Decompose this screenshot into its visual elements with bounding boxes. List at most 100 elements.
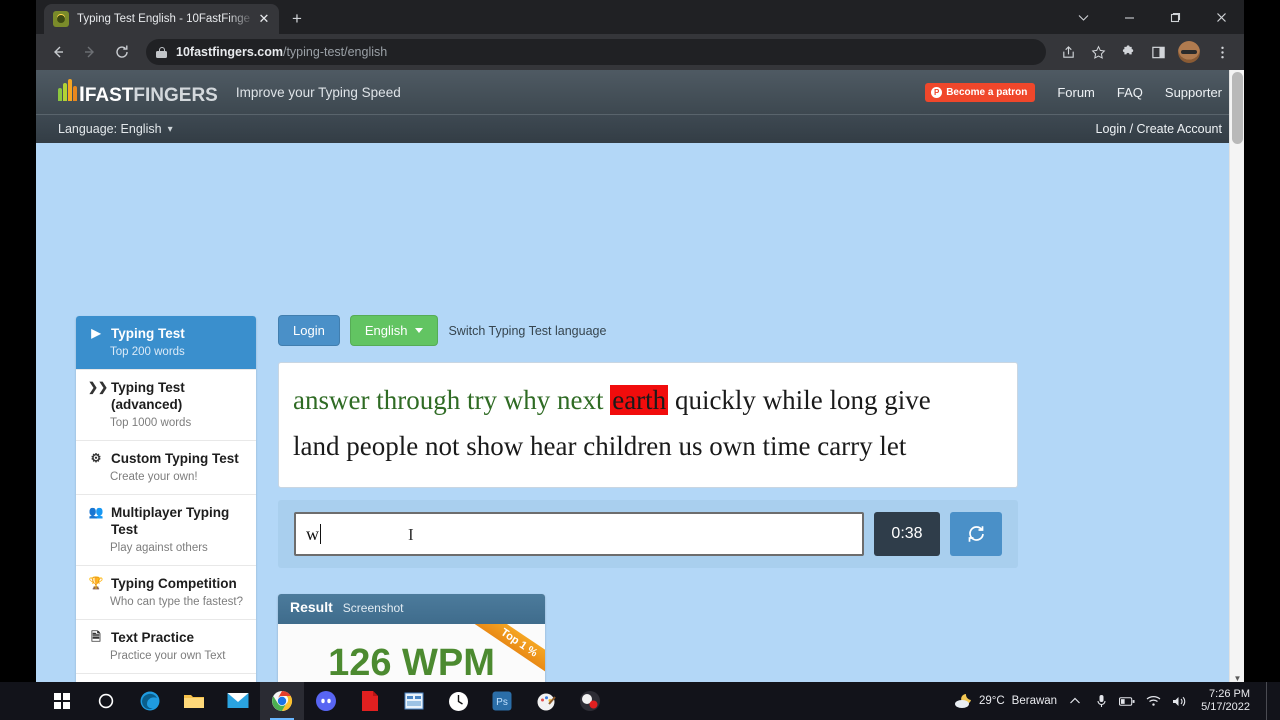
wpm-area: 126 WPM (words per minute) Top 1 % bbox=[278, 624, 545, 684]
trophy-icon: 🏆 bbox=[88, 576, 104, 590]
weather-temperature: 29°C bbox=[978, 695, 1005, 707]
patreon-icon: P bbox=[931, 86, 943, 98]
weather-description: Berawan bbox=[1011, 695, 1058, 707]
profile-avatar[interactable] bbox=[1178, 41, 1200, 63]
edge-icon[interactable] bbox=[128, 682, 172, 720]
sidebar-item-sub: Top 200 words bbox=[110, 346, 185, 358]
more-menu-icon[interactable] bbox=[1208, 38, 1236, 66]
language-dropdown-button[interactable]: English bbox=[349, 315, 439, 346]
login-create-account-link[interactable]: Login / Create Account bbox=[1096, 122, 1222, 136]
people-icon: 👥 bbox=[88, 505, 104, 519]
windows-start-icon[interactable] bbox=[40, 682, 84, 720]
pdf-icon[interactable] bbox=[348, 682, 392, 720]
chrome-icon[interactable] bbox=[260, 682, 304, 720]
paint-icon[interactable] bbox=[524, 682, 568, 720]
word-upcoming: give bbox=[884, 385, 931, 415]
become-a-patron-button[interactable]: P Become a patron bbox=[925, 82, 1036, 102]
word-upcoming: carry bbox=[817, 431, 873, 461]
sidebar-item-sub: Top 1000 words bbox=[110, 417, 192, 429]
clock-date: 5/17/2022 bbox=[1201, 701, 1250, 713]
site-logo[interactable]: I FAST FINGERS bbox=[58, 77, 218, 107]
windows-taskbar: Ps 29°C Berawan 7:26 PM 5/17/2022 bbox=[0, 682, 1280, 720]
sidebar-label: Multiplayer Typing Test bbox=[111, 505, 230, 537]
chevron-up-icon[interactable] bbox=[1067, 693, 1083, 709]
word-upcoming: own bbox=[709, 431, 756, 461]
nav-link-faq[interactable]: FAQ bbox=[1117, 85, 1143, 100]
restart-test-button[interactable] bbox=[950, 512, 1002, 556]
svg-text:Ps: Ps bbox=[496, 697, 508, 708]
sidebar-item-sub: Practice your own Text bbox=[110, 650, 226, 662]
page-viewport: I FAST FINGERS Improve your Typing Speed… bbox=[36, 70, 1244, 684]
sidebar-item-typing-competition[interactable]: 🏆 Typing Competition Who can type the fa… bbox=[76, 566, 256, 620]
discord-icon[interactable] bbox=[304, 682, 348, 720]
url-path: /typing-test/english bbox=[282, 45, 388, 59]
sidebar-item-multiplayer-typing-test[interactable]: 👥 Multiplayer Typing Test Play against o… bbox=[76, 495, 256, 566]
countdown-timer: 0:38 bbox=[874, 512, 940, 556]
hand-logo-icon bbox=[58, 77, 77, 101]
close-icon[interactable] bbox=[1198, 0, 1244, 34]
sidebar-item-typing-test-advanced[interactable]: ❯❯ Typing Test (advanced) Top 1000 words bbox=[76, 370, 256, 441]
logo-fast: FAST bbox=[84, 85, 134, 106]
sidebar-item-typing-test[interactable]: ▶ Typing Test Top 200 words bbox=[76, 316, 256, 370]
gears-icon: ⚙ bbox=[90, 451, 102, 465]
sidebar: ▶ Typing Test Top 200 words ❯❯ Typing Te… bbox=[76, 316, 256, 684]
volume-icon[interactable] bbox=[1171, 693, 1187, 709]
word-current-highlighted: earth bbox=[610, 385, 669, 415]
forward-icon[interactable] bbox=[76, 38, 104, 66]
sidepanel-icon[interactable] bbox=[1144, 38, 1172, 66]
nav-link-supporter[interactable]: Supporter bbox=[1165, 85, 1222, 100]
taskbar-apps: Ps bbox=[0, 682, 612, 720]
bookmark-star-icon[interactable] bbox=[1084, 38, 1112, 66]
file-explorer-icon[interactable] bbox=[172, 682, 216, 720]
sidebar-item-title: 👥 Multiplayer Typing Test bbox=[88, 504, 244, 538]
word-completed: try bbox=[466, 385, 497, 415]
word-upcoming: quickly bbox=[674, 385, 756, 415]
chevron-down-icon[interactable]: ▾ bbox=[168, 124, 173, 135]
url-domain: 10fastfingers.com bbox=[176, 45, 283, 59]
photoshop-icon[interactable]: Ps bbox=[480, 682, 524, 720]
office-icon[interactable] bbox=[392, 682, 436, 720]
word-upcoming: show bbox=[466, 431, 524, 461]
word-upcoming: while bbox=[762, 385, 823, 415]
scrollbar-thumb[interactable] bbox=[1232, 72, 1243, 144]
battery-icon[interactable] bbox=[1119, 693, 1135, 709]
address-bar[interactable]: 10fastfingers.com/typing-test/english bbox=[146, 39, 1046, 65]
reload-icon[interactable] bbox=[108, 38, 136, 66]
maximize-icon[interactable] bbox=[1152, 0, 1198, 34]
result-screenshot-link[interactable]: Screenshot bbox=[343, 601, 404, 615]
show-desktop-button[interactable] bbox=[1266, 682, 1272, 720]
sidebar-item-custom-typing-test[interactable]: ⚙ Custom Typing Test Create your own! bbox=[76, 441, 256, 495]
minimize-icon[interactable] bbox=[1106, 0, 1152, 34]
patron-label: Become a patron bbox=[946, 86, 1028, 98]
nav-link-forum[interactable]: Forum bbox=[1057, 85, 1095, 100]
chevron-down-icon[interactable] bbox=[1060, 0, 1106, 34]
site-tagline: Improve your Typing Speed bbox=[235, 84, 401, 100]
sidebar-item-sub: Who can type the fastest? bbox=[110, 596, 243, 608]
typing-input[interactable]: w I bbox=[294, 512, 864, 556]
document-icon: 🗎 bbox=[91, 630, 101, 644]
search-circle-icon[interactable] bbox=[84, 682, 128, 720]
word-upcoming: people bbox=[346, 431, 419, 461]
weather-widget[interactable]: 29°C Berawan bbox=[954, 693, 1057, 709]
microphone-icon[interactable] bbox=[1093, 693, 1109, 709]
tab-close-icon[interactable]: ✕ bbox=[255, 11, 273, 27]
word-upcoming: hear bbox=[530, 431, 577, 461]
mail-icon[interactable] bbox=[216, 682, 260, 720]
page-scrollbar[interactable]: ▼ bbox=[1229, 70, 1244, 684]
browser-tab[interactable]: Typing Test English - 10FastFinge ✕ bbox=[44, 4, 279, 34]
sidebar-item-text-practice[interactable]: 🗎 Text Practice Practice your own Text bbox=[76, 620, 256, 674]
login-button[interactable]: Login bbox=[278, 315, 340, 346]
share-icon[interactable] bbox=[1054, 38, 1082, 66]
tab-title: Typing Test English - 10FastFinge bbox=[77, 13, 251, 25]
obs-icon[interactable] bbox=[568, 682, 612, 720]
language-selector[interactable]: Language: English bbox=[58, 122, 162, 136]
extensions-puzzle-icon[interactable] bbox=[1114, 38, 1142, 66]
language-bar: Language: English ▾ Login / Create Accou… bbox=[36, 114, 1244, 143]
switch-language-text: Switch Typing Test language bbox=[448, 323, 607, 338]
new-tab-button[interactable]: + bbox=[284, 7, 310, 31]
clock-icon[interactable] bbox=[436, 682, 480, 720]
back-icon[interactable] bbox=[44, 38, 72, 66]
system-tray: 29°C Berawan 7:26 PM 5/17/2022 bbox=[954, 682, 1272, 720]
wifi-icon[interactable] bbox=[1145, 693, 1161, 709]
taskbar-clock[interactable]: 7:26 PM 5/17/2022 bbox=[1201, 688, 1250, 714]
